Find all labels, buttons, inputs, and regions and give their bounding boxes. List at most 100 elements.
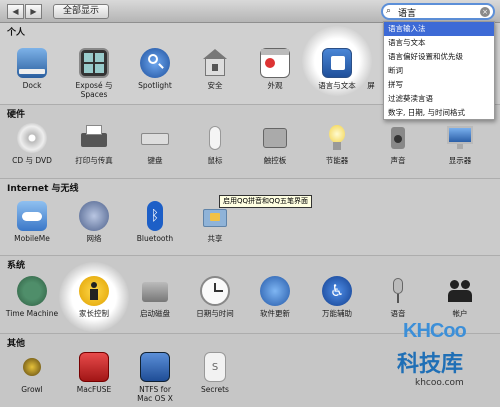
pref-trackpad[interactable]: 触控板 — [243, 123, 307, 165]
pref-label: 家长控制 — [79, 309, 109, 318]
pref-label: 网络 — [86, 234, 102, 243]
pref-label: 触控板 — [263, 156, 287, 165]
pref-growl[interactable]: Growl — [0, 352, 64, 394]
pref-sound[interactable]: 声音 — [366, 123, 430, 165]
pref-label: MobileMe — [14, 234, 50, 243]
clock-icon — [200, 276, 230, 306]
pref-accounts[interactable]: 帐户 — [428, 276, 492, 318]
cloud-icon — [17, 201, 47, 231]
pref-label: CD 与 DVD — [12, 156, 52, 165]
search-input[interactable]: 语言 — [398, 6, 416, 19]
search-result-item[interactable]: 语言与文本 — [384, 36, 494, 50]
spotlight-icon — [140, 48, 170, 78]
search-icon: ⌕ — [386, 6, 392, 16]
pref-macfuse[interactable]: MacFUSE — [62, 352, 126, 394]
speaker-icon — [383, 123, 413, 153]
section-internet: Internet 与无线 MobileMe 网络 ᛒ Bluetooth 共享 — [0, 179, 500, 256]
pref-time-machine[interactable]: Time Machine — [0, 276, 64, 318]
pref-keyboard[interactable]: 键盘 — [123, 123, 187, 165]
section-title-internet: Internet 与无线 — [7, 184, 79, 194]
appearance-icon — [260, 48, 290, 78]
pref-mobileme[interactable]: MobileMe — [0, 201, 64, 243]
parental-controls-icon — [79, 276, 109, 306]
pref-cd-dvd[interactable]: CD 与 DVD — [0, 123, 64, 165]
pref-energy-saver[interactable]: 节能器 — [305, 123, 369, 165]
pref-label: 帐户 — [452, 309, 468, 318]
search-result-item[interactable]: 过滤葵渎言语 — [384, 92, 494, 106]
pref-secrets[interactable]: S Secrets — [183, 352, 247, 394]
pref-label: NTFS for Mac OS X — [137, 385, 173, 403]
expose-icon — [79, 48, 109, 78]
dock-icon — [17, 48, 47, 78]
search-result-item[interactable]: 拼写 — [384, 78, 494, 92]
hard-disk-icon — [140, 276, 170, 306]
back-button[interactable]: ◀ — [7, 4, 24, 19]
toolbar: ◀ ▶ 全部显示 ⌕ 语言 × — [0, 0, 500, 23]
pref-universal-access[interactable]: ♿ 万能辅助 — [305, 276, 369, 318]
forward-button[interactable]: ▶ — [25, 4, 42, 19]
search-result-item[interactable]: 语言偏好设置和优先级 — [384, 50, 494, 64]
pref-label: Bluetooth — [136, 234, 174, 243]
pref-label: 键盘 — [147, 156, 163, 165]
pref-print-fax[interactable]: 打印与传真 — [62, 123, 126, 165]
show-all-button[interactable]: 全部显示 — [53, 4, 109, 19]
pref-expose-spaces[interactable]: Exposé 与 Spaces — [62, 48, 126, 99]
pref-label: 共享 — [207, 234, 223, 243]
pref-dock[interactable]: Dock — [0, 48, 64, 90]
pref-mouse[interactable]: 鼠标 — [183, 123, 247, 165]
pref-label: Secrets — [201, 385, 229, 394]
pref-spotlight[interactable]: Spotlight — [123, 48, 187, 90]
pref-speech[interactable]: 语音 — [366, 276, 430, 318]
microphone-icon — [383, 276, 413, 306]
pref-label: Dock — [22, 81, 42, 90]
pref-label: 日期与时间 — [196, 309, 234, 318]
watermark: KHCoo 科技库 khcoo.com — [395, 320, 495, 404]
pref-ntfs[interactable]: NTFS for Mac OS X — [123, 352, 187, 403]
pref-date-time[interactable]: 日期与时间 — [183, 276, 247, 318]
search-field[interactable]: ⌕ 语言 × — [381, 3, 495, 20]
bluetooth-icon: ᛒ — [147, 201, 163, 231]
disc-icon — [17, 123, 47, 153]
accessibility-icon: ♿ — [322, 276, 352, 306]
printer-icon — [79, 123, 109, 153]
growl-icon — [17, 352, 47, 382]
watermark-logo: KHCoo — [403, 320, 467, 342]
search-result-item[interactable]: 语言输入法 — [384, 22, 494, 36]
pref-displays[interactable]: 显示器 — [428, 123, 492, 165]
house-lock-icon — [200, 48, 230, 78]
pref-bluetooth[interactable]: ᛒ Bluetooth — [123, 201, 187, 243]
search-results-menu: 语言输入法 语言与文本 语言偏好设置和优先级 断词 拼写 过滤葵渎言语 数字, … — [383, 21, 495, 120]
secrets-icon: S — [204, 352, 226, 382]
pref-label: 万能辅助 — [322, 309, 352, 318]
pref-startup-disk[interactable]: 启动磁盘 — [123, 276, 187, 318]
pref-software-update[interactable]: 软件更新 — [243, 276, 307, 318]
pref-label: 声音 — [390, 156, 406, 165]
pref-label: 鼠标 — [207, 156, 223, 165]
section-title-system: 系统 — [7, 261, 26, 271]
pref-network[interactable]: 网络 — [62, 201, 126, 243]
pref-label: 显示器 — [448, 156, 472, 165]
pref-label: 软件更新 — [260, 309, 290, 318]
monitor-icon — [445, 123, 475, 153]
mouse-icon — [200, 123, 230, 153]
pref-appearance[interactable]: 外观 — [243, 48, 307, 90]
search-result-item[interactable]: 断词 — [384, 64, 494, 78]
pref-label: Growl — [21, 385, 43, 394]
time-machine-icon — [17, 276, 47, 306]
section-title-hardware: 硬件 — [7, 110, 26, 120]
pref-label: Time Machine — [5, 309, 59, 318]
tooltip: 启用QQ拼音和QQ五笔界面 — [219, 195, 313, 208]
pref-label: 安全 — [207, 81, 223, 90]
pref-security[interactable]: 安全 — [183, 48, 247, 90]
trackpad-icon — [260, 123, 290, 153]
pref-label: MacFUSE — [76, 385, 112, 394]
macfuse-icon — [79, 352, 109, 382]
pref-parental-controls[interactable]: 家长控制 — [62, 276, 126, 318]
watermark-text: 科技库 — [397, 352, 464, 377]
keyboard-icon — [140, 123, 170, 153]
search-result-item[interactable]: 数字, 日期, 与时间格式 — [384, 106, 494, 120]
globe-icon — [79, 201, 109, 231]
clear-search-icon[interactable]: × — [480, 7, 490, 17]
lightbulb-icon — [322, 123, 352, 153]
pref-label: 语音 — [390, 309, 406, 318]
